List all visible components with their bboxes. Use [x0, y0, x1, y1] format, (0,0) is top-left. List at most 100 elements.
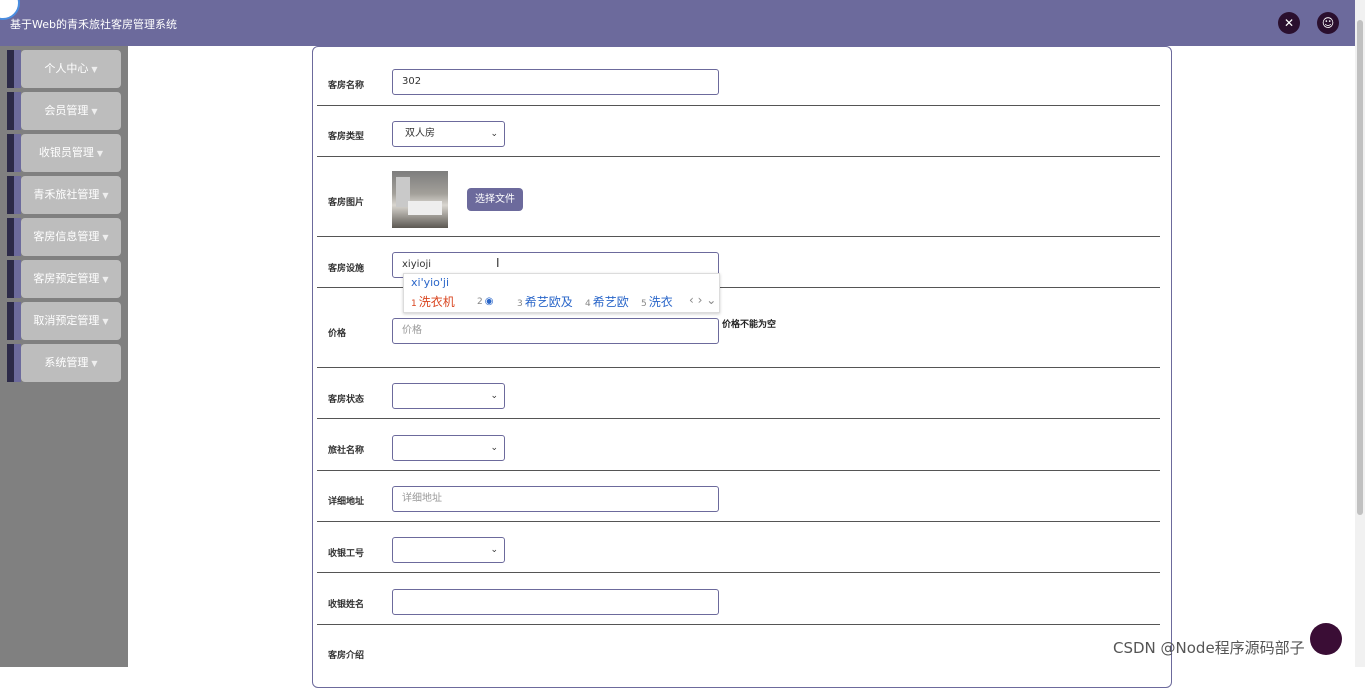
sidebar-item-hostel[interactable]: 青禾旅社管理 ▼: [7, 176, 121, 214]
sidebar-item-button[interactable]: 系统管理 ▼: [21, 344, 121, 382]
sidebar-item-button[interactable]: 会员管理 ▼: [21, 92, 121, 130]
sidebar-item-room-info[interactable]: 客房信息管理 ▼: [7, 218, 121, 256]
sidebar-item-label: 个人中心: [44, 62, 89, 75]
room-image-bed: [408, 201, 442, 215]
ime-candidate[interactable]: 2 ◉: [477, 293, 493, 307]
chevron-down-icon: ▼: [102, 233, 109, 242]
room-type-select[interactable]: 双人房 ⌄: [392, 121, 505, 147]
sidebar-item-button[interactable]: 客房信息管理 ▼: [21, 218, 121, 256]
sidebar-item-button[interactable]: 个人中心 ▼: [21, 50, 121, 88]
sidebar-accent: [7, 260, 14, 298]
ime-candidate-number: 3: [517, 299, 523, 309]
sidebar-item-member[interactable]: 会员管理 ▼: [7, 92, 121, 130]
chevron-down-icon: ⌄: [490, 391, 498, 401]
hostel-name-label: 旅社名称: [328, 446, 365, 456]
hostel-name-select[interactable]: ⌄: [392, 435, 505, 461]
divider: [317, 367, 1160, 368]
room-name-input[interactable]: 302: [392, 69, 719, 95]
ime-candidate-number: 2: [477, 297, 483, 307]
divider: [317, 105, 1160, 106]
cashier-name-input[interactable]: [392, 589, 719, 615]
divider: [317, 418, 1160, 419]
address-label: 详细地址: [328, 497, 365, 507]
room-status-label: 客房状态: [328, 395, 365, 405]
sidebar-item-label: 收银员管理: [38, 146, 94, 159]
chevron-down-icon: ⌄: [490, 545, 498, 555]
cashier-id-select[interactable]: ⌄: [392, 537, 505, 563]
ime-candidate-text: 洗衣: [648, 295, 673, 309]
cashier-name-label: 收银姓名: [328, 600, 365, 610]
room-type-value: 双人房: [405, 128, 435, 139]
chevron-down-icon: ▼: [91, 359, 98, 368]
room-intro-label: 客房介绍: [328, 651, 365, 661]
watermark: CSDN @Node程序源码部子: [1113, 639, 1305, 657]
sidebar-item-label: 会员管理: [44, 104, 89, 117]
ime-candidate[interactable]: 5 洗衣: [641, 293, 673, 310]
user-icon[interactable]: ☺: [1317, 12, 1339, 34]
chevron-down-icon: ▼: [91, 65, 98, 74]
divider: [317, 470, 1160, 471]
divider: [317, 521, 1160, 522]
sidebar-item-system[interactable]: 系统管理 ▼: [7, 344, 121, 382]
sidebar-item-personal-center[interactable]: 个人中心 ▼: [7, 50, 121, 88]
room-status-select[interactable]: ⌄: [392, 383, 505, 409]
sidebar-accent-2: [14, 50, 21, 88]
chevron-down-icon: ▼: [102, 191, 109, 200]
room-name-label: 客房名称: [328, 81, 365, 91]
sidebar-item-button[interactable]: 取消预定管理 ▼: [21, 302, 121, 340]
sidebar-item-label: 青禾旅社管理: [33, 188, 100, 201]
ime-page-arrows-icon[interactable]: ‹ › ⌄: [689, 293, 716, 307]
sidebar-accent: [7, 344, 14, 382]
divider: [317, 572, 1160, 573]
price-input[interactable]: 价格: [392, 318, 719, 344]
ime-candidate-number: 4: [585, 299, 591, 309]
expand-icon[interactable]: ✕: [1278, 12, 1300, 34]
sidebar-item-button[interactable]: 青禾旅社管理 ▼: [21, 176, 121, 214]
sidebar-accent: [7, 176, 14, 214]
ime-candidate[interactable]: 3 希艺欧及: [517, 293, 573, 310]
sidebar-item-label: 系统管理: [44, 356, 89, 369]
price-label: 价格: [328, 329, 347, 339]
ime-candidate-number: 1: [411, 299, 417, 309]
sidebar: 个人中心 ▼ 会员管理 ▼ 收银员管理 ▼ 青禾旅社管理 ▼ 客房信息管理 ▼ 客房预定管…: [0, 46, 128, 667]
chevron-down-icon: ▼: [96, 149, 104, 158]
price-error-message: 价格不能为空: [722, 320, 777, 330]
chevron-down-icon: ▼: [91, 107, 98, 116]
scrollbar-thumb[interactable]: [1357, 20, 1363, 515]
sidebar-item-label: 客房预定管理: [33, 272, 100, 285]
address-input[interactable]: 详细地址: [392, 486, 719, 512]
sidebar-accent-2: [14, 302, 21, 340]
sidebar-accent-2: [14, 260, 21, 298]
sidebar-accent-2: [14, 134, 21, 172]
page-scrollbar[interactable]: [1355, 0, 1365, 667]
divider: [317, 624, 1160, 625]
chevron-down-icon: ▼: [102, 317, 109, 326]
room-type-label: 客房类型: [328, 132, 365, 142]
sidebar-accent: [7, 92, 14, 130]
ime-candidate-popup: xi'yio'ji 1 洗衣机 2 ◉ 3 希艺欧及 4 希艺欧 5 洗衣 ‹ › ⌄: [403, 273, 720, 313]
sidebar-accent: [7, 50, 14, 88]
sidebar-item-reservation[interactable]: 客房预定管理 ▼: [7, 260, 121, 298]
floating-action-button[interactable]: [1310, 623, 1342, 655]
room-facilities-label: 客房设施: [328, 264, 365, 274]
sidebar-item-label: 取消预定管理: [33, 314, 100, 327]
ime-candidate[interactable]: 4 希艺欧: [585, 293, 629, 310]
sidebar-item-cashier[interactable]: 收银员管理 ▼: [7, 134, 121, 172]
ime-candidate-text: 希艺欧: [592, 295, 629, 309]
sidebar-item-cancel-reservation[interactable]: 取消预定管理 ▼: [7, 302, 121, 340]
top-header: 基于Web的青禾旅社客房管理系统 ✕ ☺: [0, 0, 1355, 46]
ime-composition: xi'yio'ji: [411, 276, 450, 289]
chevron-down-icon: ▼: [102, 275, 109, 284]
ime-candidate[interactable]: 1 洗衣机: [411, 293, 455, 310]
sidebar-item-button[interactable]: 客房预定管理 ▼: [21, 260, 121, 298]
sidebar-item-label: 客房信息管理: [33, 230, 100, 243]
sidebar-accent: [7, 134, 14, 172]
sidebar-accent-2: [14, 218, 21, 256]
text-cursor-icon: I: [496, 256, 500, 270]
choose-file-button[interactable]: 选择文件: [467, 188, 523, 211]
chevron-down-icon: ⌄: [490, 129, 498, 139]
room-image-preview: [392, 171, 448, 228]
sidebar-accent-2: [14, 92, 21, 130]
divider: [317, 156, 1160, 157]
sidebar-item-button[interactable]: 收银员管理 ▼: [21, 134, 121, 172]
